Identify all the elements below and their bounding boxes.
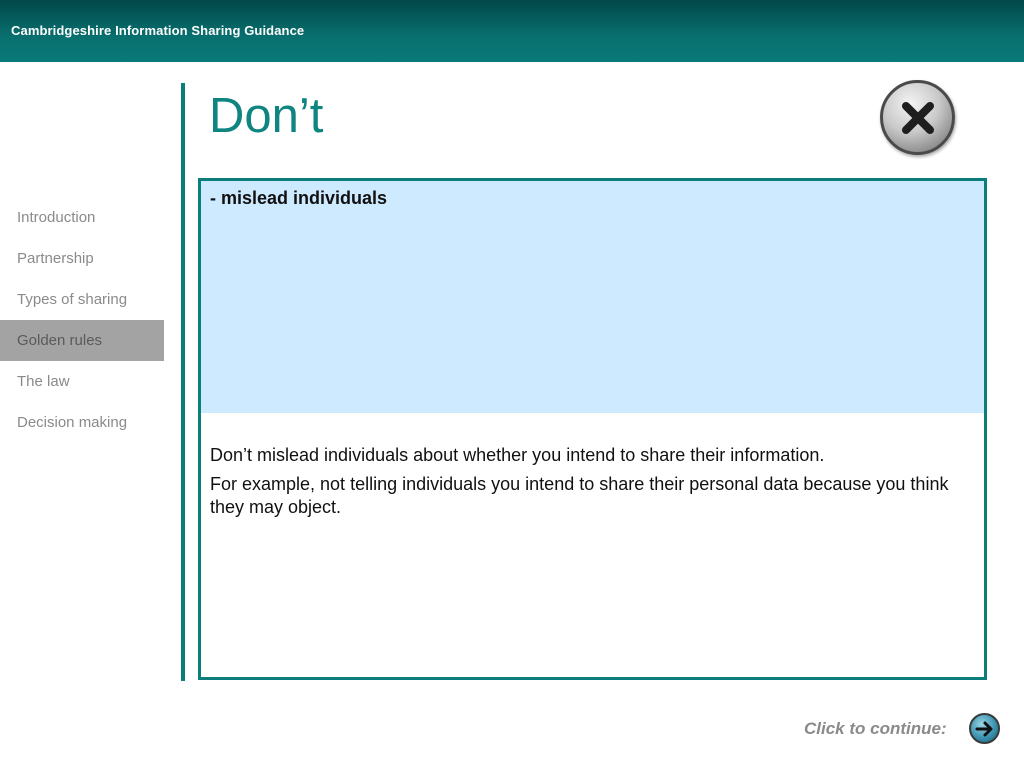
page-title: Don’t [209, 89, 324, 143]
nav-item-introduction[interactable]: Introduction [0, 197, 164, 238]
content-panel: - mislead individuals Don’t mislead indi… [198, 178, 987, 680]
app-header: Cambridgeshire Information Sharing Guida… [0, 0, 1024, 62]
rule-paragraph: Don’t mislead individuals about whether … [210, 445, 825, 465]
rule-heading: - mislead individuals [210, 188, 388, 208]
nav-item-decision-making[interactable]: Decision making [0, 402, 164, 443]
nav-item-partnership[interactable]: Partnership [0, 238, 164, 279]
app-title: Cambridgeshire Information Sharing Guida… [11, 23, 305, 38]
nav-item-the-law[interactable]: The law [0, 361, 164, 402]
rule-description: Don’t mislead individuals about whether … [210, 444, 970, 525]
rule-example: For example, not telling individuals you… [210, 474, 949, 517]
highlight-panel: - mislead individuals [201, 181, 984, 413]
close-x-icon [902, 102, 934, 134]
arrow-right-icon [975, 721, 993, 737]
close-button[interactable] [880, 80, 955, 155]
continue-button[interactable] [969, 713, 1000, 744]
sidebar-nav: Introduction Partnership Types of sharin… [0, 197, 164, 443]
nav-item-types-of-sharing[interactable]: Types of sharing [0, 279, 164, 320]
nav-item-golden-rules[interactable]: Golden rules [0, 320, 164, 361]
vertical-divider [181, 83, 185, 681]
continue-label: Click to continue: [804, 719, 947, 738]
